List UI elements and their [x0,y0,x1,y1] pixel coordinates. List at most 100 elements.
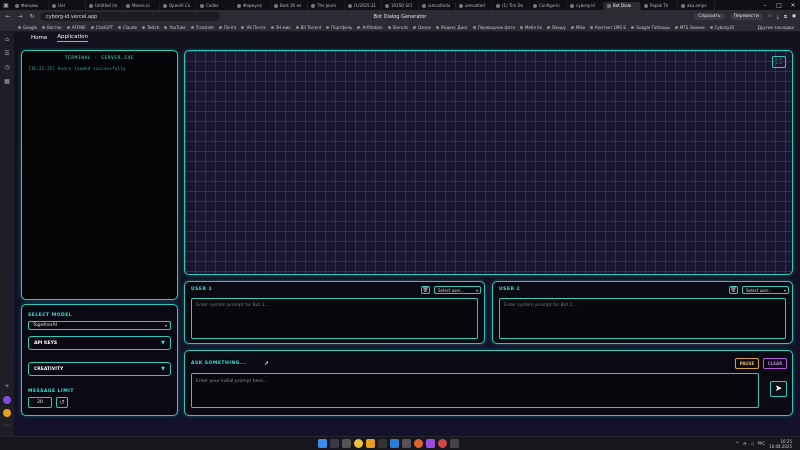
sidebar-apps-icon[interactable]: ▦ [3,78,11,86]
bookmark-item[interactable]: Переводчик фото [472,25,515,30]
browser-tab[interactable]: Untitled (m [86,1,123,10]
chevron-up-icon[interactable]: ^ [736,441,739,446]
browser-tab[interactable]: Unt [49,1,86,10]
fullscreen-icon[interactable]: ⛶ [772,56,786,68]
bookmark-item[interactable]: Stencils [387,25,408,30]
browser-tab[interactable]: (1) Tim Do [493,1,530,10]
app-icon[interactable] [438,439,447,448]
user1-system-prompt[interactable]: Enter system prompt for Bot 1... [191,298,478,339]
browser-tab[interactable]: Best 30 ex [271,1,308,10]
close-icon[interactable]: ✕ [786,2,800,9]
browser-tab[interactable]: OpenAI Ca [160,1,197,10]
bookmark-item[interactable]: Translate [190,25,214,30]
extensions-icon[interactable]: ⧉ [784,14,787,20]
translate-button[interactable]: Перевести [729,13,763,20]
bookmark-item[interactable]: Мебл бл [520,25,542,30]
browser-tab[interactable]: Фильмы [12,1,49,10]
browser-tab[interactable]: Papak TV [641,1,678,10]
bookmark-item[interactable]: YouTube [164,25,186,30]
app-icon[interactable] [450,439,459,448]
bookmark-item[interactable]: Вакшу [547,25,566,30]
wifi-icon[interactable]: ◔ [743,441,747,446]
pause-button[interactable]: PAUSE [735,358,759,369]
sidebar-assistant-icon[interactable] [3,396,11,404]
search-icon[interactable] [330,439,339,448]
trash-icon[interactable]: 🗑 [421,286,430,294]
address-bar[interactable]: cyborg-id.vercel.app [40,12,220,21]
forward-icon[interactable]: → [16,13,24,20]
browser-tab[interactable]: Configurin [530,1,567,10]
profile-icon[interactable]: ● [792,14,796,19]
bookmark-item[interactable]: VK Почта [241,25,266,30]
browser-tab[interactable]: 1915D SCI [382,1,419,10]
sidebar-more-icon[interactable]: ⋯ [3,422,11,430]
bookmark-item[interactable]: ЗН мио [270,25,291,30]
bookmark-item[interactable]: Портфель [326,25,352,30]
browser-tab[interactable]: aka.ampo [678,1,715,10]
send-icon[interactable]: ➤ [770,381,787,397]
bookmark-item[interactable]: Twitch [141,25,159,30]
sidebar-home-icon[interactable]: ⌂ [3,36,11,44]
yandex-browser-icon[interactable] [354,439,363,448]
sidebar-add-icon[interactable]: + [3,383,11,391]
sidebar-history-icon[interactable]: ◷ [3,64,11,72]
browser-tab[interactable]: cyborg-id [567,1,604,10]
user2-system-prompt[interactable]: Enter system prompt for Bot 2... [499,298,786,339]
start-icon[interactable] [318,439,327,448]
bookmark-item[interactable]: Почта [218,25,236,30]
bookmark-item[interactable]: Восток [42,25,62,30]
message-limit-input[interactable]: 20 [28,397,52,408]
browser-tab[interactable]: iamcoltedu [419,1,456,10]
user1-select[interactable]: Select user... ▾ [434,286,481,294]
file-explorer-icon[interactable] [366,439,375,448]
clear-button[interactable]: CLEAR [763,358,787,369]
sidebar-music-icon[interactable] [3,409,11,417]
bookmark-item[interactable]: ChatGPT [90,25,113,30]
app-icon[interactable] [426,439,435,448]
bookmark-item[interactable]: AFFINE [66,25,86,30]
bookmark-item[interactable]: Google Таблицы [631,25,670,30]
model-select[interactable]: TogetherAI ▾ [28,321,171,330]
minimize-icon[interactable]: – [758,2,772,9]
bookmark-item[interactable]: Ozone [413,25,431,30]
browser-tab[interactable]: Codex [197,1,234,10]
bookmark-item[interactable]: Google [18,25,37,30]
nav-home-link[interactable]: Home [31,35,47,41]
trash-icon[interactable]: 🗑 [729,286,738,294]
api-keys-expander[interactable]: API KEYS ▼ [28,336,171,350]
reset-icon[interactable]: ↺ [56,397,68,408]
task-view-icon[interactable] [342,439,351,448]
bookmark-item[interactable]: Контакт LMS Б [590,25,626,30]
bookmark-item[interactable]: Cyborg.ID [709,25,734,30]
browser-tab[interactable]: The Journ [308,1,345,10]
app-icon[interactable] [402,439,411,448]
reload-icon[interactable]: ↻ [28,13,36,20]
app-icon[interactable] [378,439,387,448]
sidebar-bookmarks-icon[interactable]: ☰ [3,50,11,58]
bookmark-item[interactable]: ArtStation [357,25,383,30]
bookmark-item[interactable]: Claude [118,25,137,30]
maximize-icon[interactable]: □ [772,2,786,9]
browser-tab[interactable]: Формула [234,1,271,10]
nav-application-link[interactable]: Application [57,34,88,42]
bookmark-item[interactable]: Bit Torrent [295,25,321,30]
ask-button[interactable]: Спросить [694,13,725,20]
bookmark-star-icon[interactable]: ☆ [768,14,772,19]
back-icon[interactable]: ← [4,13,12,20]
download-icon[interactable]: ⤓ [777,14,779,20]
browser-tab[interactable]: iamcolted [456,1,493,10]
browser-tab[interactable]: (1/2025.31 [345,1,382,10]
initial-prompt-input[interactable]: Enter your initial prompt here... [191,373,759,408]
clock[interactable]: 16:25 10.08.2025 [769,439,792,449]
bookmark-item[interactable]: MTS Звонки [674,25,705,30]
language-indicator[interactable]: РУС [757,441,765,446]
vscode-icon[interactable] [390,439,399,448]
bookmark-item[interactable]: Mike [570,25,585,30]
user2-select[interactable]: Select user... ▾ [742,286,789,294]
creativity-expander[interactable]: CREATIVITY ▼ [28,362,171,376]
browser-tab[interactable]: Moves.io [123,1,160,10]
other-bookmarks[interactable]: Другие закладки [758,25,800,30]
browser-tab[interactable]: Bot Dialo [604,1,641,10]
volume-icon[interactable]: ◁ [750,441,753,446]
bookmark-item[interactable]: Яндекс Диск [435,25,468,30]
